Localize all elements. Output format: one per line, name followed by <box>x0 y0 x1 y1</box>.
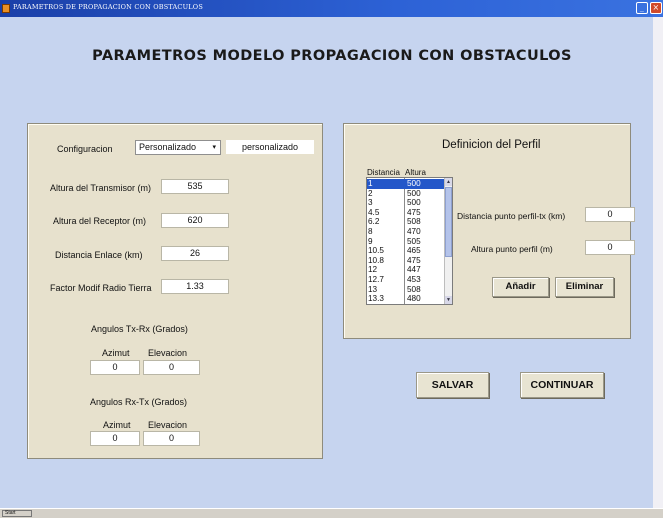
list-item-altura: 500 <box>407 188 421 198</box>
distance-label: Distancia Enlace (km) <box>55 250 143 260</box>
continue-button[interactable]: CONTINUAR <box>520 372 604 398</box>
list-item-altura: 453 <box>407 275 421 284</box>
rxtx-azimut-input[interactable]: 0 <box>90 431 140 446</box>
config-text: personalizado <box>226 140 314 154</box>
profile-panel: Definicion del Perfil Distancia Altura 1… <box>343 123 635 339</box>
window-title: PARAMETROS DE PROPAGACION CON OBSTACULOS <box>13 3 203 11</box>
config-select[interactable]: Personalizado ▾ <box>135 140 221 155</box>
list-item-distancia: 6.2 <box>368 217 380 227</box>
point-height-input[interactable]: 0 <box>585 240 635 255</box>
list-item-distancia: 9 <box>368 236 373 246</box>
window-right-frame <box>653 17 663 508</box>
rxtx-elevation-label: Elevacion <box>148 420 188 430</box>
list-item-distancia: 10.8 <box>368 255 384 265</box>
figure-window: PARAMETROS MODELO PROPAGACION CON OBSTAC… <box>7 17 653 508</box>
list-item[interactable]: 9 505 <box>367 237 445 247</box>
list-item-altura: 505 <box>407 236 421 246</box>
list-item-distancia: 13 <box>368 284 378 294</box>
list-item-distancia: 12.7 <box>368 275 384 284</box>
list-item-altura: 508 <box>407 284 421 294</box>
txrx-elevation-label: Elevacion <box>148 348 188 358</box>
list-item-distancia: 3 <box>368 198 373 208</box>
column-header-distancia: Distancia <box>367 168 400 177</box>
list-item[interactable]: 1 500 <box>367 179 445 189</box>
profile-points-list[interactable]: 1 500 2 500 3 500 4.5 475 6.2 508 8 470 9 505 10.5 465 1… <box>366 177 453 305</box>
list-item-altura: 500 <box>407 198 421 208</box>
list-item-distancia: 10.5 <box>368 246 384 256</box>
list-item[interactable]: 4.5 475 <box>367 208 445 218</box>
list-item-distancia: 4.5 <box>368 207 380 217</box>
config-label: Configuracion <box>57 144 113 154</box>
parameters-panel: Configuracion Personalizado ▾ personaliz… <box>27 123 323 459</box>
list-item-distancia: 1 <box>368 179 373 188</box>
list-item-distancia: 8 <box>368 227 373 236</box>
rx-height-label: Altura del Receptor (m) <box>53 216 147 226</box>
list-item-altura: 475 <box>407 255 421 265</box>
list-item-distancia: 13.3 <box>368 294 384 304</box>
list-item-altura: 475 <box>407 207 421 217</box>
list-item[interactable]: 10.5 465 <box>367 246 445 256</box>
list-item[interactable]: 10.8 475 <box>367 256 445 266</box>
rx-height-input[interactable]: 620 <box>161 213 229 228</box>
list-item[interactable]: 13 508 <box>367 285 445 295</box>
list-scrollbar[interactable]: ▲ ▼ <box>444 178 452 304</box>
config-select-value: Personalizado <box>139 142 197 152</box>
close-button[interactable]: × <box>650 2 662 14</box>
scroll-down-arrow-icon[interactable]: ▼ <box>445 296 452 304</box>
minimize-button[interactable]: _ <box>636 2 648 14</box>
tx-height-label: Altura del Transmisor (m) <box>50 183 152 193</box>
app-icon <box>2 4 10 13</box>
tx-height-input[interactable]: 535 <box>161 179 229 194</box>
point-height-label: Altura punto perfil (m) <box>471 244 553 254</box>
txrx-angles-title: Angulos Tx-Rx (Grados) <box>91 324 188 334</box>
factor-input[interactable]: 1.33 <box>161 279 229 294</box>
chevron-down-icon: ▾ <box>212 144 216 151</box>
list-item-altura: 500 <box>407 179 421 188</box>
save-button[interactable]: SALVAR <box>416 372 489 398</box>
list-item[interactable]: 13.3 480 <box>367 294 445 304</box>
list-item-altura: 470 <box>407 227 421 236</box>
list-item-altura: 480 <box>407 294 421 304</box>
list-item-distancia: 12 <box>368 265 378 275</box>
list-item-altura: 508 <box>407 217 421 227</box>
list-item[interactable]: 2 500 <box>367 189 445 199</box>
scroll-thumb[interactable] <box>445 187 452 257</box>
txrx-azimut-input[interactable]: 0 <box>90 360 140 375</box>
column-header-altura: Altura <box>405 168 426 177</box>
page-title: PARAMETROS MODELO PROPAGACION CON OBSTAC… <box>92 48 572 64</box>
factor-label: Factor Modif Radio Tierra <box>50 283 152 293</box>
distance-input[interactable]: 26 <box>161 246 229 261</box>
list-item-altura: 447 <box>407 265 421 275</box>
rxtx-azimut-label: Azimut <box>103 420 131 430</box>
profile-panel-title: Definicion del Perfil <box>442 139 541 151</box>
list-item[interactable]: 6.2 508 <box>367 217 445 227</box>
txrx-elevation-input[interactable]: 0 <box>143 360 200 375</box>
list-item[interactable]: 8 470 <box>367 227 445 237</box>
list-item-altura: 465 <box>407 246 421 256</box>
list-item[interactable]: 12 447 <box>367 265 445 275</box>
txrx-azimut-label: Azimut <box>102 348 130 358</box>
add-point-button[interactable]: Añadir <box>492 277 549 297</box>
rxtx-angles-title: Angulos Rx-Tx (Grados) <box>90 397 188 407</box>
point-distance-input[interactable]: 0 <box>585 207 635 222</box>
point-distance-label: Distancia punto perfil-tx (km) <box>457 211 566 221</box>
remove-point-button[interactable]: Eliminar <box>555 277 614 297</box>
list-item[interactable]: 3 500 <box>367 198 445 208</box>
start-button[interactable]: Start <box>2 510 32 517</box>
list-item-distancia: 2 <box>368 188 373 198</box>
rxtx-elevation-input[interactable]: 0 <box>143 431 200 446</box>
scroll-up-arrow-icon[interactable]: ▲ <box>445 178 452 186</box>
list-item[interactable]: 12.7 453 <box>367 275 445 285</box>
window-title-bar[interactable]: PARAMETROS DE PROPAGACION CON OBSTACULOS… <box>0 0 663 17</box>
